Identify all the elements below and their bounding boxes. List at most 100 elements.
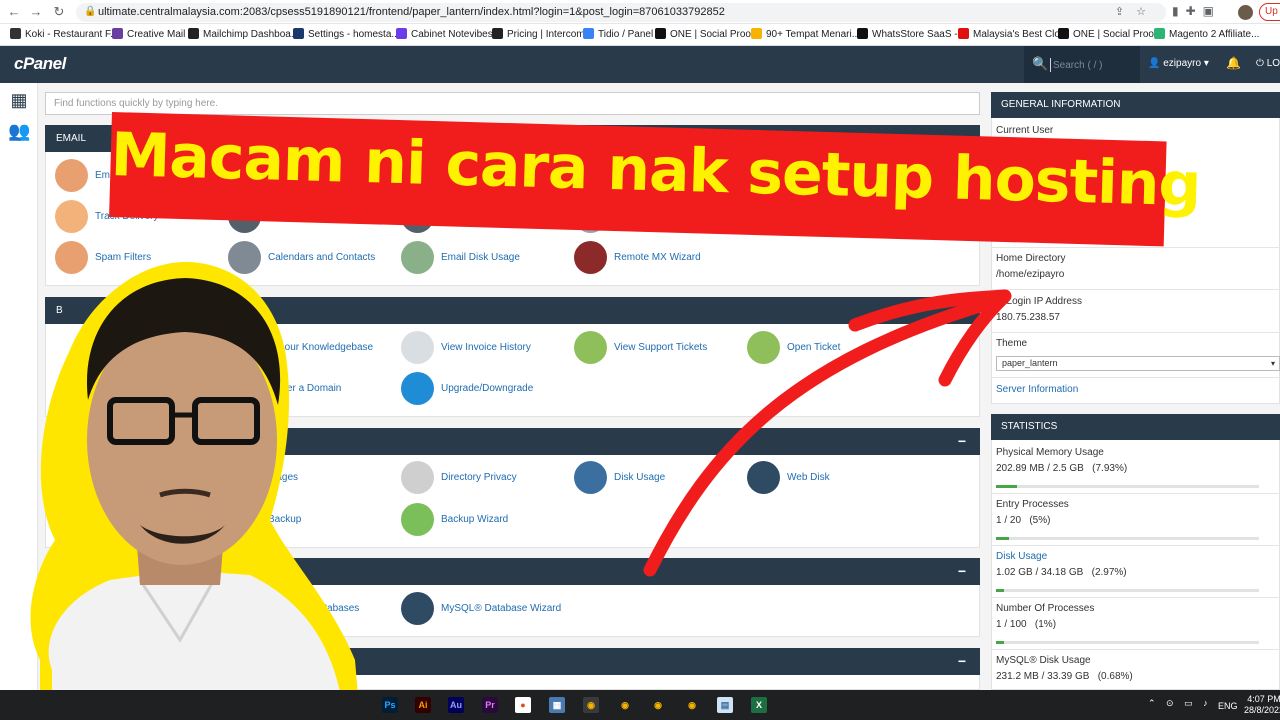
server-info-row[interactable]: Server Information	[996, 384, 1280, 395]
divider	[991, 377, 1280, 378]
address-bar[interactable]: 🔒 ultimate.centralmalaysia.com:2083/cpse…	[76, 3, 1166, 22]
divider	[991, 332, 1280, 333]
bookmark-favicon-icon	[188, 28, 199, 39]
stat-row[interactable]: Disk Usage 1.02 GB / 34.18 GB (2.97%)	[996, 551, 1280, 578]
bookmark-label: Koki - Restaurant F...	[25, 29, 119, 40]
cpanel-logo[interactable]: cPanel	[14, 54, 66, 74]
clock-date: 28/8/2022	[1244, 705, 1280, 715]
tray-icons[interactable]: ⌃ ⊙ ▭ ♪	[1148, 698, 1212, 709]
windows-taskbar	[0, 690, 1280, 720]
taskbar-app-icon[interactable]: Au	[448, 697, 464, 713]
bookmark-item[interactable]: Settings - homesta...	[293, 28, 400, 40]
bookmark-label: Malaysia's Best Clo...	[973, 29, 1069, 40]
back-icon[interactable]: ←	[6, 4, 22, 20]
bookmark-item[interactable]: Malaysia's Best Clo...	[958, 28, 1068, 40]
share-star-icons[interactable]: ⇪☆	[1115, 5, 1158, 18]
stat-row: Entry Processes 1 / 20 (5%)	[996, 499, 1280, 526]
profile-avatar[interactable]	[1238, 5, 1253, 20]
find-functions-input[interactable]	[45, 92, 980, 115]
feature-icon	[401, 241, 434, 274]
bookmark-favicon-icon	[655, 28, 666, 39]
taskbar-app-icon[interactable]: Pr	[482, 697, 498, 713]
bookmark-label: Pricing | Intercom	[507, 29, 585, 40]
stat-label[interactable]: Disk Usage	[996, 551, 1280, 562]
bookmark-item[interactable]: Mailchimp Dashboa...	[188, 28, 299, 40]
stat-row: Physical Memory Usage 202.89 MB / 2.5 GB …	[996, 447, 1280, 474]
language-indicator[interactable]: ENG	[1218, 701, 1238, 711]
search-icon: 🔍	[1032, 56, 1049, 71]
clock[interactable]: 4:07 PM 28/8/2022	[1244, 694, 1280, 716]
usage-bar-fill	[996, 641, 1004, 644]
update-button[interactable]: Up	[1259, 3, 1280, 21]
bookmark-item[interactable]: Creative Mail	[112, 28, 185, 40]
bookmark-item[interactable]: 90+ Tempat Menari...	[751, 28, 860, 40]
extension-icons[interactable]: ▮✚▣	[1172, 4, 1221, 18]
red-arrow-graphic	[643, 289, 1012, 577]
bookmark-item[interactable]: ONE | Social Proof	[1058, 28, 1157, 40]
cpanel-search-input[interactable]	[1050, 58, 1134, 72]
divider	[991, 545, 1280, 546]
bookmark-label: WhatsStore SaaS -...	[872, 29, 966, 40]
bookmark-item[interactable]: ONE | Social Proof	[655, 28, 754, 40]
taskbar-app-icon[interactable]: ◉	[617, 697, 633, 713]
grid-home-icon[interactable]: ▦	[8, 89, 30, 111]
usage-bar	[996, 537, 1259, 540]
bookmark-favicon-icon	[857, 28, 868, 39]
stat-value: 1 / 100 (1%)	[996, 619, 1057, 630]
divider	[991, 597, 1280, 598]
url-text[interactable]: ultimate.centralmalaysia.com:2083/cpsess…	[98, 6, 725, 18]
divider	[991, 649, 1280, 650]
bookmark-item[interactable]: Koki - Restaurant F...	[10, 28, 118, 40]
taskbar-app-icon[interactable]: ◉	[583, 697, 599, 713]
user-name: ezipayro	[1163, 58, 1202, 69]
bookmark-favicon-icon	[396, 28, 407, 39]
bookmark-label: Magento 2 Affiliate...	[1169, 29, 1260, 40]
divider	[991, 493, 1280, 494]
stat-value: 1 / 20 (5%)	[996, 515, 1051, 526]
taskbar-app-icon[interactable]: ●	[515, 697, 531, 713]
browser-toolbar: ← → ↻ 🔒 ultimate.centralmalaysia.com:208…	[0, 0, 1280, 24]
divider	[991, 289, 1280, 290]
bookmark-label: Tidio / Panel	[598, 29, 654, 40]
feature-icon	[55, 200, 88, 233]
bookmark-favicon-icon	[492, 28, 503, 39]
taskbar-app-icon[interactable]: ▦	[549, 697, 565, 713]
bookmark-item[interactable]: WhatsStore SaaS -...	[857, 28, 966, 40]
bookmark-item[interactable]: Magento 2 Affiliate...	[1154, 28, 1259, 40]
bookmark-label: Cabinet Notevibes	[411, 29, 493, 40]
current-user-row: Current User	[996, 125, 1054, 136]
presenter-photo	[30, 261, 361, 720]
feature-label: View Invoice History	[441, 342, 531, 353]
user-menu[interactable]: 👤 ezipayro ▾	[1148, 58, 1209, 69]
bookmark-label: ONE | Social Proof	[670, 29, 754, 40]
bookmark-item[interactable]: Tidio / Panel	[583, 28, 653, 40]
theme-row: Theme	[996, 338, 1028, 349]
logout-button[interactable]: ⏻ LO	[1256, 58, 1280, 69]
bookmark-favicon-icon	[112, 28, 123, 39]
bell-icon[interactable]: 🔔	[1226, 56, 1241, 70]
feature-icon	[401, 461, 434, 494]
taskbar-app-icon[interactable]: Ps	[382, 697, 398, 713]
stat-value: 231.2 MB / 33.39 GB (0.68%)	[996, 671, 1133, 682]
bookmarks-bar: Koki - Restaurant F... Creative Mail Mailc…	[0, 24, 1280, 46]
stat-label: Entry Processes	[996, 499, 1069, 510]
reload-icon[interactable]: ↻	[51, 4, 67, 20]
users-icon[interactable]: 👥	[8, 120, 30, 142]
stat-value: 202.89 MB / 2.5 GB (7.93%)	[996, 463, 1128, 474]
feature-icon	[574, 241, 607, 274]
server-information-link[interactable]: Server Information	[996, 384, 1280, 395]
bookmark-item[interactable]: Pricing | Intercom	[492, 28, 585, 40]
taskbar-app-icon[interactable]: ▤	[717, 697, 733, 713]
bookmark-item[interactable]: Cabinet Notevibes	[396, 28, 493, 40]
taskbar-app-icon[interactable]: ◉	[650, 697, 666, 713]
collapse-icon[interactable]: −	[958, 648, 966, 675]
taskbar-app-icon[interactable]: Ai	[415, 697, 431, 713]
feature-icon	[401, 592, 434, 625]
taskbar-app-icon[interactable]: ◉	[684, 697, 700, 713]
last-login-row: st Login IP Address 180.75.238.57	[996, 296, 1082, 323]
theme-select[interactable]: paper_lantern ▾	[996, 356, 1280, 371]
bookmark-favicon-icon	[293, 28, 304, 39]
forward-icon[interactable]: →	[28, 4, 44, 20]
stat-value: 1.02 GB / 34.18 GB (2.97%)	[996, 567, 1127, 578]
taskbar-app-icon[interactable]: X	[751, 697, 767, 713]
